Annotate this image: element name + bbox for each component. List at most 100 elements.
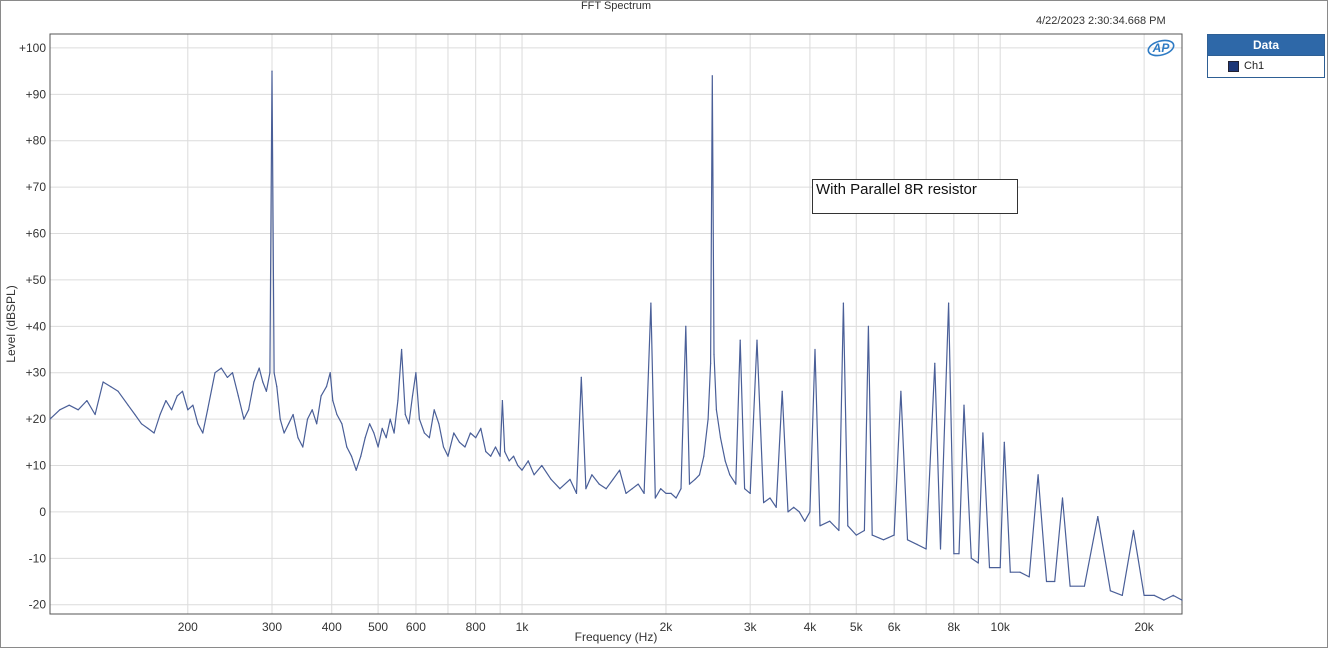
data-point: [838, 529, 840, 532]
data-point: [248, 409, 250, 411]
data-point: [377, 446, 379, 448]
y-tick-label: +100: [19, 41, 46, 55]
series-layer: [49, 70, 1183, 601]
y-axis-ticks: +100+90+80+70+60+50+40+30+20+100-10-20: [19, 41, 46, 612]
data-point: [729, 474, 731, 476]
data-point: [428, 437, 430, 439]
data-point: [355, 469, 357, 471]
legend-item-ch1[interactable]: Ch1: [1208, 56, 1324, 76]
data-point: [411, 395, 414, 397]
data-point: [685, 325, 687, 327]
data-point: [231, 372, 234, 374]
series-line-ch1: [49, 70, 1183, 601]
data-point: [713, 353, 715, 355]
data-point: [977, 562, 979, 564]
data-point: [271, 70, 273, 72]
data-point: [871, 534, 873, 536]
x-tick-label: 400: [322, 620, 342, 634]
data-point: [447, 455, 449, 457]
data-point: [988, 567, 991, 569]
data-point: [214, 372, 216, 374]
data-point: [464, 446, 466, 448]
data-point: [1181, 599, 1183, 601]
data-point: [369, 423, 371, 425]
data-point: [1069, 585, 1071, 587]
data-point: [1143, 594, 1145, 597]
data-point: [469, 432, 471, 434]
data-point: [1019, 571, 1021, 573]
data-point: [675, 497, 677, 499]
data-point: [253, 381, 255, 383]
data-point: [513, 455, 515, 457]
data-point: [934, 362, 936, 364]
data-point: [341, 423, 343, 425]
data-point: [297, 437, 299, 439]
data-point: [521, 469, 523, 471]
y-tick-label: 0: [39, 505, 46, 519]
data-point: [415, 372, 417, 374]
data-point: [756, 339, 758, 341]
data-point: [265, 390, 267, 392]
data-point: [670, 492, 672, 494]
data-point: [654, 497, 656, 499]
data-point: [724, 460, 726, 462]
data-point: [68, 404, 70, 406]
data-point: [475, 437, 477, 439]
data-point: [1097, 516, 1099, 518]
data-point: [192, 404, 194, 406]
data-point: [694, 478, 696, 480]
plot-area-border: [49, 33, 1183, 615]
data-point: [637, 483, 639, 485]
data-point: [744, 488, 746, 490]
data-point: [258, 367, 260, 369]
legend-swatch: [1228, 60, 1239, 72]
x-tick-label: 10k: [991, 620, 1011, 634]
data-point: [517, 464, 519, 467]
data-point: [220, 367, 222, 369]
data-point: [202, 432, 204, 434]
data-point: [739, 339, 741, 341]
data-point: [364, 437, 366, 439]
data-point: [110, 386, 112, 388]
data-point: [325, 386, 328, 388]
data-point: [863, 529, 866, 532]
data-point: [867, 325, 870, 327]
legend-header: Data: [1208, 35, 1324, 56]
data-point: [153, 432, 155, 434]
data-point: [900, 390, 902, 392]
data-point: [237, 395, 239, 397]
data-point: [660, 488, 662, 490]
x-tick-label: 800: [466, 620, 486, 634]
data-point: [279, 418, 281, 420]
data-point: [541, 464, 543, 467]
data-point: [302, 446, 304, 448]
data-point: [226, 376, 228, 378]
data-point: [329, 372, 331, 374]
data-point: [925, 548, 927, 550]
data-point: [847, 525, 849, 527]
x-tick-label: 4k: [804, 620, 818, 634]
data-point: [171, 409, 173, 411]
data-point: [970, 557, 972, 559]
data-point: [283, 432, 285, 434]
data-point: [809, 511, 811, 513]
y-tick-label: +70: [26, 180, 47, 194]
data-point: [829, 520, 831, 522]
data-point: [408, 423, 410, 425]
data-point: [893, 534, 895, 536]
data-point: [1172, 594, 1174, 597]
data-point: [804, 520, 806, 522]
fft-plot: +100+90+80+70+60+50+40+30+20+100-10-20 2…: [4, 33, 1183, 644]
data-point: [1121, 594, 1123, 597]
data-point: [269, 372, 271, 374]
data-point: [963, 404, 965, 406]
data-point: [715, 409, 718, 411]
data-point: [336, 413, 338, 416]
data-point: [763, 502, 765, 504]
data-point: [631, 488, 633, 490]
x-tick-label: 200: [178, 620, 198, 634]
x-tick-label: 5k: [850, 620, 864, 634]
data-point: [393, 432, 395, 434]
data-point: [591, 474, 593, 476]
data-point: [49, 418, 51, 420]
